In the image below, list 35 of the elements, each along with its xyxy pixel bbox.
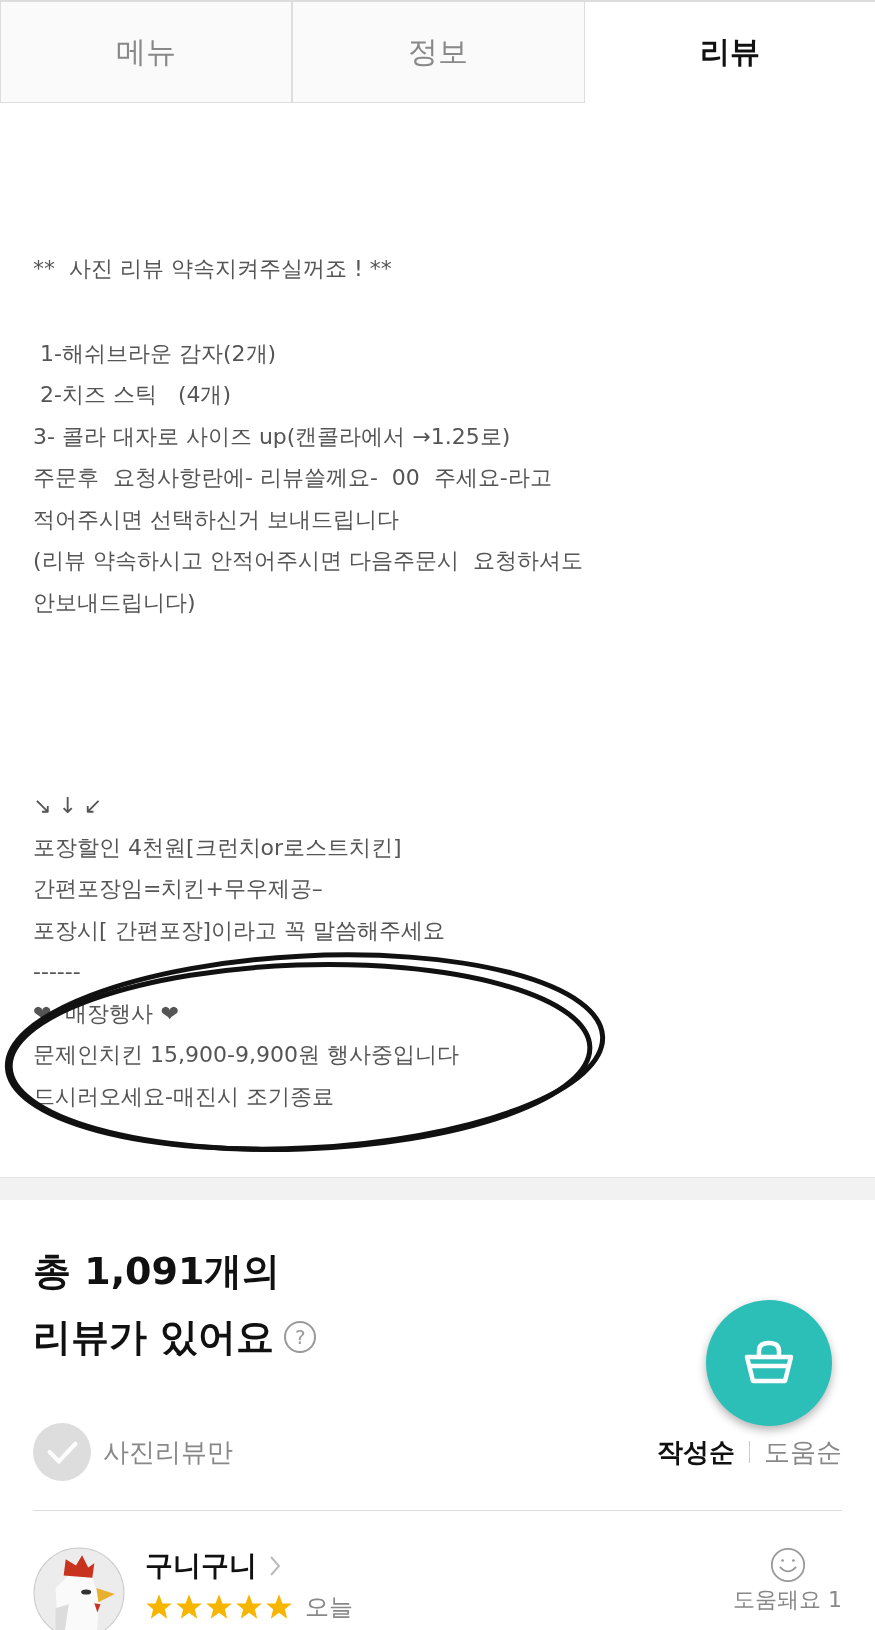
smiley-icon[interactable] <box>769 1547 806 1583</box>
notice-text: 포장할인 4천원[크런치or로스트치킨] <box>33 833 403 862</box>
review-count-title: 리뷰가 있어요 <box>33 1314 275 1361</box>
help-icon[interactable]: ? <box>284 1321 317 1353</box>
star-icon <box>205 1593 233 1621</box>
cart-button[interactable] <box>706 1300 832 1426</box>
notice-text: ------ <box>33 958 82 986</box>
notice-text: ** 사진 리뷰 약속지켜주실꺼죠 ! ** <box>33 255 393 283</box>
star-icon <box>235 1593 263 1621</box>
sort-option[interactable]: 작성순 <box>657 1434 735 1470</box>
notice-text: 3- 콜라 대자로 사이즈 up(캔콜라에서 →1.25로) <box>33 422 512 451</box>
notice-text: 주문후 요청사항란에- 리뷰쓸께요- 00 주세요-라고 <box>33 464 553 492</box>
notice-text: ↘ ↓ ↙ <box>33 792 104 820</box>
notice-text: 드시러오세요-매진시 조기종료 <box>33 1082 335 1111</box>
notice-text: 문제인치킨 15,900-9,900원 행사중입니다 <box>33 1041 460 1069</box>
review-count-title: 총 1,091개의 <box>33 1248 282 1295</box>
tab[interactable]: 메뉴 <box>0 0 293 103</box>
star-icon <box>265 1593 293 1621</box>
notice-text: 2-치즈 스틱 (4개) <box>39 381 233 409</box>
notice-text: 적어주시면 선택하신거 보내드립니다 <box>33 505 400 534</box>
notice-text: 1-해쉬브라운 감자(2개) <box>39 339 278 368</box>
notice-text: 안보내드립니다) <box>33 588 197 617</box>
review-date: 오늘 <box>305 1592 353 1623</box>
checkbox[interactable] <box>33 1423 91 1481</box>
photo-review-filter[interactable]: 사진리뷰만 <box>103 1434 233 1470</box>
notice-text: 포장시[ 간편포장]이라고 꼭 말씀해주세요 <box>33 916 447 945</box>
notice-text: (리뷰 약속하시고 안적어주시면 다음주문시 요청하셔도 <box>33 547 584 575</box>
helpful-count[interactable]: 도움돼요 1 <box>733 1585 842 1615</box>
chevron-right-icon[interactable] <box>269 1555 281 1577</box>
sort-option[interactable]: 도움순 <box>764 1434 842 1470</box>
notice-text: 간편포장임=치킨+무우제공– <box>33 875 324 903</box>
star-icon <box>145 1593 173 1621</box>
tab[interactable]: 정보 <box>292 0 585 103</box>
reviewer-name[interactable]: 구니구니 <box>145 1547 257 1585</box>
star-icon <box>175 1593 203 1621</box>
